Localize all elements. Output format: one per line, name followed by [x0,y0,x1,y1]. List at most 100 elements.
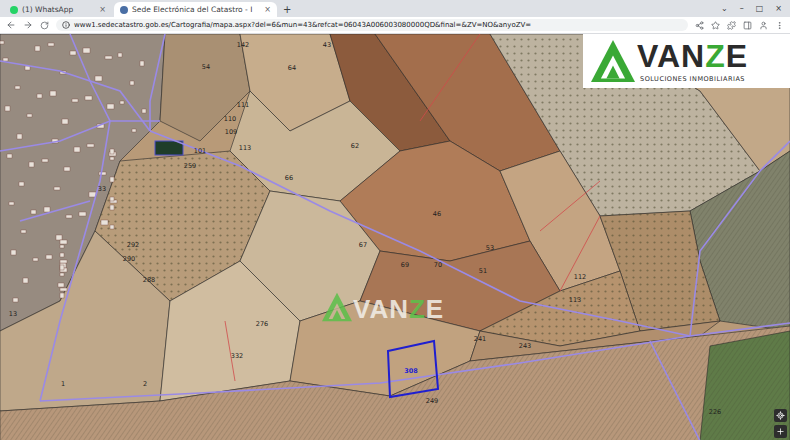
parcel-label[interactable]: 111 [237,102,249,109]
parcel-label[interactable]: 259 [184,163,196,170]
parcel-label[interactable]: 54 [202,64,210,71]
road [20,201,90,221]
building [60,240,67,244]
parcel-label[interactable]: 113 [239,145,251,152]
parcel-label[interactable]: 113 [569,297,581,304]
parcel-label[interactable]: 67 [359,242,367,249]
tab-label: (1) WhatsApp [22,5,87,14]
boundary-line [540,181,600,231]
back-icon[interactable] [6,20,16,30]
building [23,278,28,283]
forward-icon[interactable] [23,20,33,30]
building [140,61,144,66]
building [48,43,54,46]
parcel-label[interactable]: 249 [426,398,438,405]
parcel-label[interactable]: 33 [98,186,106,193]
building [62,119,68,124]
profile-icon[interactable] [759,21,768,30]
parcel-label[interactable]: 69 [401,262,409,269]
menu-icon[interactable] [775,21,784,30]
field-parcel [160,34,250,141]
parcel-label[interactable]: 2 [143,381,147,388]
building [110,177,114,182]
building [132,129,136,132]
road [650,341,700,440]
watermark-text: VANZE [353,296,444,322]
browser-tab[interactable]: Sede Electrónica del Catastro - I× [114,2,277,17]
map-area[interactable]: 1424364541111101091131012596662466769705… [0,34,790,440]
parcel-label[interactable]: 53 [486,245,494,252]
parcel-label[interactable]: 62 [351,143,359,150]
watermark: VANZE [322,292,444,322]
bookmark-star-icon[interactable] [711,21,720,30]
map-controls [774,409,787,438]
logo-tagline: SOLUCIONES INMOBILIARIAS [640,75,745,83]
parcel-label[interactable]: 226 [709,409,721,416]
site-info-icon[interactable] [62,21,70,29]
locate-icon [776,411,785,420]
parcel-label[interactable]: 70 [434,262,442,269]
boundary-line [560,216,600,291]
locate-button[interactable] [774,409,787,422]
new-tab-button[interactable]: + [279,4,295,17]
parcel-label[interactable]: 243 [519,343,531,350]
parcel-label[interactable]: 66 [285,175,293,182]
share-icon[interactable] [695,21,704,30]
zoom-in-icon [776,427,785,436]
window-control-button[interactable]: □ [756,4,764,13]
parcel-label[interactable]: 308 [404,368,418,375]
building [101,220,108,225]
building [118,53,122,57]
reload-icon[interactable] [40,21,49,30]
parcel-label[interactable]: 241 [474,336,486,343]
building [37,94,42,98]
tab-close-button[interactable]: × [99,5,106,14]
browser-tab[interactable]: (1) WhatsApp × [4,2,112,17]
building [70,51,76,55]
building [21,230,26,233]
parcel-label[interactable]: 292 [127,242,139,249]
parcel-label[interactable]: 112 [574,274,586,281]
building [29,162,34,167]
parcel-label[interactable]: 110 [224,116,236,123]
road [40,323,790,401]
extensions-icon[interactable] [727,21,736,30]
zoom-button[interactable] [774,425,787,438]
parcel-label[interactable]: 13 [9,311,17,318]
window-control-button[interactable]: – [740,4,744,13]
parcel-label[interactable]: 101 [194,148,206,155]
parcel-label[interactable]: 109 [225,129,237,136]
aerial-map[interactable] [0,34,790,440]
watermark-logo-icon [322,292,352,322]
building [44,207,50,212]
parcel-label[interactable]: 43 [323,42,331,49]
tab-close-button[interactable]: × [264,5,271,14]
parcel-label[interactable]: 51 [479,268,487,275]
parcel-label[interactable]: 64 [288,65,296,72]
window-control-button[interactable]: × [775,4,782,13]
parcel-label[interactable]: 142 [237,42,249,49]
parcel-label[interactable]: 276 [256,321,268,328]
parcel-label[interactable]: 332 [231,353,243,360]
side-panel-icon[interactable] [743,21,752,30]
parcel-label[interactable]: 290 [123,256,135,263]
toolbar: www1.sedecatastro.gob.es/Cartografia/map… [0,17,790,34]
parcel-label[interactable]: 46 [433,211,441,218]
building [17,134,22,139]
building [142,109,146,113]
building [110,225,114,229]
selected-parcel-outline[interactable] [388,341,438,397]
address-bar[interactable]: www1.sedecatastro.gob.es/Cartografia/map… [56,19,688,31]
building [3,58,8,61]
field-parcel [700,331,790,440]
building [87,144,94,147]
building [60,253,64,257]
logo-triangle-icon [591,39,635,83]
parcel-label[interactable]: 1 [61,381,65,388]
parcel-label[interactable]: 288 [143,277,155,284]
window-control-button[interactable]: ⌄ [721,4,728,13]
road [150,131,690,336]
building [31,210,36,214]
building [66,215,72,218]
building [0,41,4,44]
